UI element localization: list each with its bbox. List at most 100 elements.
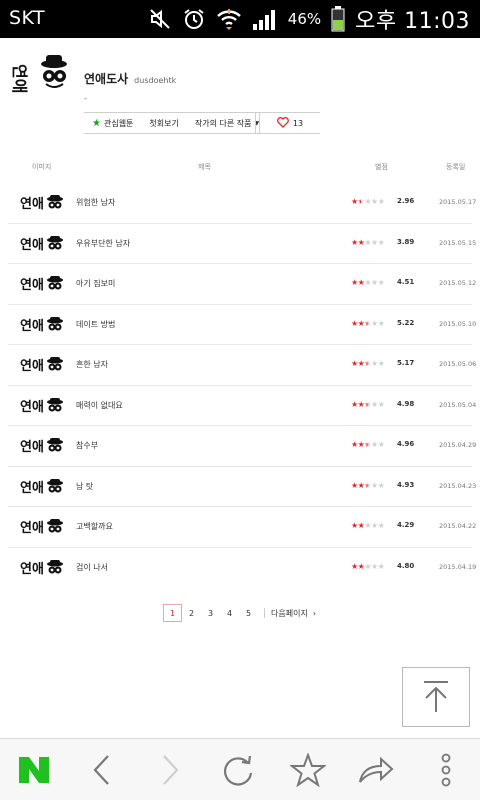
scroll-top-button[interactable]: [402, 667, 470, 727]
mute-icon: [148, 7, 172, 31]
episode-thumbnail[interactable]: 연애: [20, 518, 64, 536]
table-header: 이미지 제목 별점 등록일: [0, 160, 480, 174]
signal-icon: [252, 7, 278, 31]
table-row[interactable]: 연애 참수부 ★★★★★ 4.96 2015.04.29: [8, 426, 476, 467]
col-image: 이미지: [32, 163, 52, 171]
battery-percent: 46%: [287, 10, 322, 28]
episode-date: 2015.05.04: [439, 400, 477, 409]
author-name[interactable]: dusdoehtk: [134, 76, 176, 85]
star-icon: ★: [364, 197, 372, 206]
table-row[interactable]: 연애 우유부단한 남자 ★★★★★ 3.89 2015.05.15: [8, 224, 476, 264]
bookmark-star-icon: [290, 753, 326, 787]
webtoon-logo: 연애: [10, 52, 72, 93]
episode-title[interactable]: 고백할까요: [76, 521, 113, 532]
table-row[interactable]: 연애 남 탓 ★★★★★ 4.93 2015.04.23: [8, 467, 476, 507]
episode-title[interactable]: 위험한 남자: [76, 197, 115, 208]
episode-thumbnail[interactable]: 연애: [20, 478, 64, 496]
table-row[interactable]: 연애 겁이 나서 ★★★★★ 4.80 2015.04.19: [8, 548, 476, 589]
rating-value: 5.17: [397, 359, 415, 367]
episode-thumbnail[interactable]: 연애: [20, 275, 64, 293]
table-row[interactable]: 연애 위험한 남자 ★★★★★ 2.96 2015.05.17: [8, 183, 476, 224]
episode-title[interactable]: 겁이 나서: [76, 562, 108, 573]
star-icon: ★: [371, 237, 378, 247]
episode-thumbnail[interactable]: 연애: [20, 235, 64, 253]
pagination: 1 2 3 4 5 다음페이지 ›: [163, 604, 316, 622]
svg-text:연애: 연애: [20, 318, 44, 334]
first-episode-button[interactable]: 첫회보기: [141, 113, 186, 133]
star-icon: ★: [364, 318, 372, 328]
page-link-2[interactable]: 2: [182, 604, 201, 622]
episode-title[interactable]: 흔한 남자: [76, 359, 108, 370]
svg-text:연애: 연애: [20, 439, 44, 455]
back-button[interactable]: [72, 739, 132, 800]
star-icon: ★: [377, 561, 385, 571]
episode-thumbnail[interactable]: 연애: [20, 194, 64, 212]
col-title: 제목: [198, 163, 211, 171]
star-icon: ★: [371, 399, 378, 409]
back-icon: [93, 755, 109, 785]
rating-value: 4.93: [397, 480, 415, 489]
star-icon: ★: [371, 359, 378, 368]
episode-thumbnail[interactable]: 연애: [20, 397, 64, 415]
page-link-1[interactable]: 1: [163, 604, 182, 622]
next-page-button[interactable]: 다음페이지 ›: [271, 608, 316, 619]
table-row[interactable]: 연애 데이트 방법 ★★★★★ 5.22 2015.05.10: [8, 305, 476, 345]
episode-title[interactable]: 아기 짐보미: [76, 278, 115, 289]
star-icon: ★: [364, 480, 372, 490]
svg-text:연애: 연애: [20, 399, 44, 415]
episode-title[interactable]: 참수부: [76, 440, 98, 451]
star-icon: ★: [377, 318, 385, 328]
episode-title[interactable]: 남 탓: [76, 481, 93, 492]
svg-text:연애: 연애: [20, 358, 44, 374]
episode-date: 2015.04.29: [439, 441, 477, 449]
star-icon: ★: [377, 359, 385, 368]
star-icon: ★: [364, 440, 372, 449]
refresh-button[interactable]: [208, 739, 268, 800]
first-episode-label: 첫회보기: [149, 118, 179, 128]
battery-icon: [331, 6, 345, 32]
heart-icon: [277, 116, 289, 130]
page-link-3[interactable]: 3: [201, 604, 220, 622]
star-icon: ★: [377, 440, 385, 449]
rating-value: 4.29: [397, 521, 415, 529]
page-link-5[interactable]: 5: [239, 604, 258, 622]
interest-button[interactable]: ★ 관심웹툰: [84, 113, 141, 133]
episode-thumbnail[interactable]: 연애: [20, 356, 64, 374]
svg-text:연애: 연애: [20, 561, 44, 577]
table-row[interactable]: 연애 매력이 없대요 ★★★★★ 4.98 2015.05.04: [8, 386, 476, 426]
star-icon: ★: [351, 359, 358, 368]
episode-title[interactable]: 매력이 없대요: [76, 400, 123, 411]
share-button[interactable]: [346, 739, 406, 800]
star-icon: ★: [364, 399, 372, 409]
page-link-4[interactable]: 4: [220, 604, 239, 622]
episode-title[interactable]: 데이트 방법: [76, 319, 115, 330]
star-icon: ★: [371, 440, 378, 449]
episode-date: 2015.05.06: [439, 360, 477, 368]
episode-title[interactable]: 우유부단한 남자: [76, 238, 130, 249]
bookmark-button[interactable]: [278, 739, 338, 800]
episode-thumbnail[interactable]: 연애: [20, 559, 64, 577]
arrow-up-icon: [424, 681, 448, 712]
like-button[interactable]: 13: [259, 112, 320, 134]
carrier-label: SKT: [9, 7, 46, 29]
episode-date: 2015.04.19: [439, 562, 477, 571]
rating-value: 2.96: [397, 197, 415, 205]
episode-thumbnail[interactable]: 연애: [20, 316, 64, 334]
table-row[interactable]: 연애 흔한 남자 ★★★★★ 5.17 2015.05.06: [8, 345, 476, 386]
table-row[interactable]: 연애 고백할까요 ★★★★★ 4.29 2015.04.22: [8, 507, 476, 548]
star-icon: ★: [377, 197, 385, 206]
episode-thumbnail[interactable]: 연애: [20, 437, 64, 455]
naver-home-button[interactable]: [4, 739, 64, 800]
forward-button[interactable]: [140, 739, 200, 800]
star-icon: ★: [364, 278, 372, 287]
col-rating: 별점: [375, 163, 388, 171]
star-icon: ★: [364, 359, 372, 368]
more-button[interactable]: [416, 739, 476, 800]
svg-text:연애: 연애: [20, 520, 44, 536]
app-root: SKT 46% 오후 11:03 연애 연애도사 dusdoehtk - ★ 관…: [0, 0, 480, 800]
other-works-label: 작가의 다른 작품: [194, 118, 252, 128]
episode-date: 2015.05.10: [439, 319, 477, 328]
table-row[interactable]: 연애 아기 짐보미 ★★★★★ 4.51 2015.05.12: [8, 264, 476, 305]
episode-date: 2015.05.17: [439, 198, 477, 206]
star-icon: ★: [364, 521, 372, 530]
